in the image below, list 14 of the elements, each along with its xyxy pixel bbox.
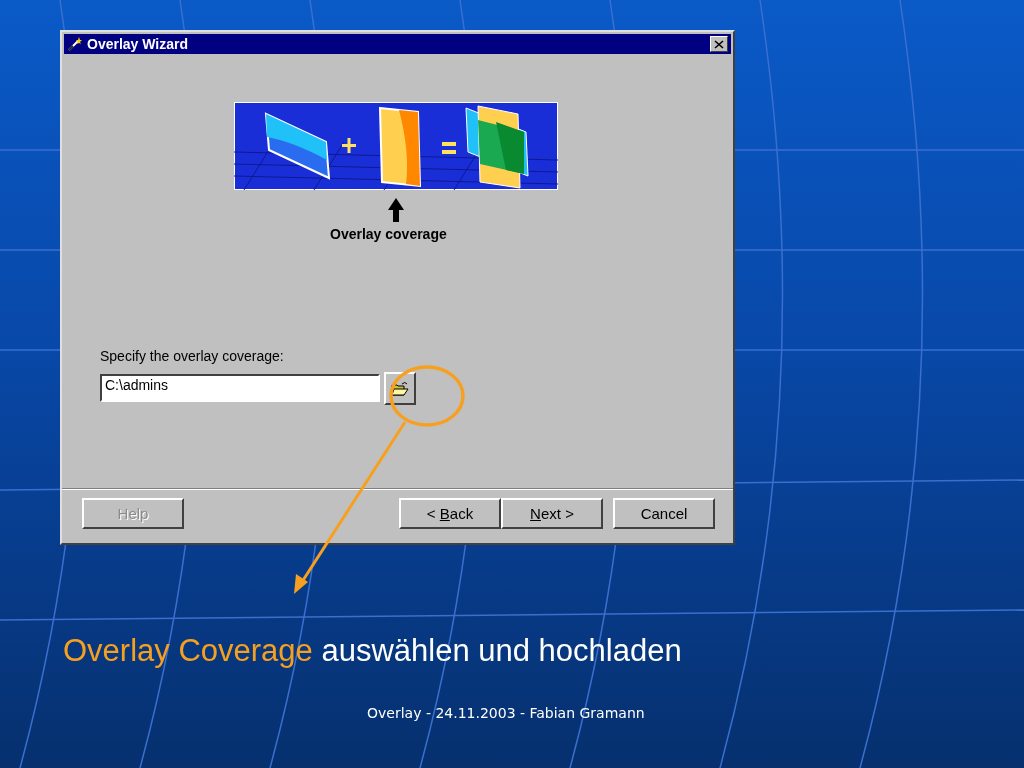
prompt-label: Specify the overlay coverage: <box>100 348 285 364</box>
cancel-button[interactable]: Cancel <box>613 498 715 529</box>
window-title: Overlay Wizard <box>87 36 190 52</box>
up-arrow-icon <box>388 198 404 222</box>
path-field[interactable]: C:\admins <box>100 374 380 402</box>
magic-wand-icon <box>67 36 83 52</box>
next-button[interactable]: Next > <box>501 498 603 529</box>
close-icon <box>714 39 724 49</box>
back-button[interactable]: < Back <box>399 498 501 529</box>
slide-heading: Overlay Coverage auswählen und hochladen <box>63 633 683 669</box>
close-button[interactable] <box>710 36 728 52</box>
overlay-caption: Overlay coverage <box>330 226 448 242</box>
folder-icon <box>391 380 409 397</box>
slide-footer: Overlay - 24.11.2003 - Fabian Gramann <box>367 705 1024 721</box>
